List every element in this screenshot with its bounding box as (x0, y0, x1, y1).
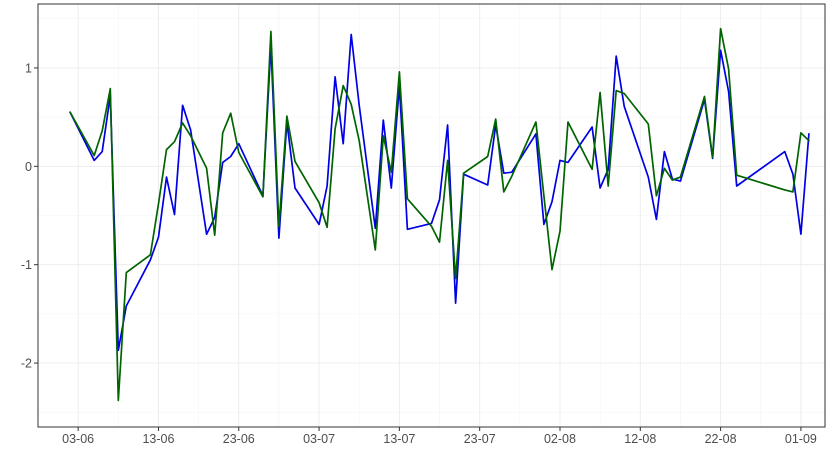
x-tick-label: 02-08 (544, 432, 576, 446)
x-tick-label: 03-06 (62, 432, 94, 446)
x-tick-label: 22-08 (705, 432, 737, 446)
x-tick-label: 01-09 (785, 432, 817, 446)
y-tick-label: 1 (25, 61, 32, 75)
x-tick-label: 13-06 (142, 432, 174, 446)
x-tick-label: 03-07 (303, 432, 335, 446)
x-tick-label: 13-07 (383, 432, 415, 446)
line-chart: 03-06 13-06 23-06 03-07 13-07 23-07 02-08 12-08… (0, 0, 830, 461)
chart-background (0, 0, 830, 461)
y-tick-label: -1 (21, 258, 32, 272)
y-tick-label: 0 (25, 160, 32, 174)
x-tick-label: 23-07 (464, 432, 496, 446)
x-tick-label: 23-06 (223, 432, 255, 446)
x-tick-label: 12-08 (624, 432, 656, 446)
y-tick-label: -2 (21, 357, 32, 371)
